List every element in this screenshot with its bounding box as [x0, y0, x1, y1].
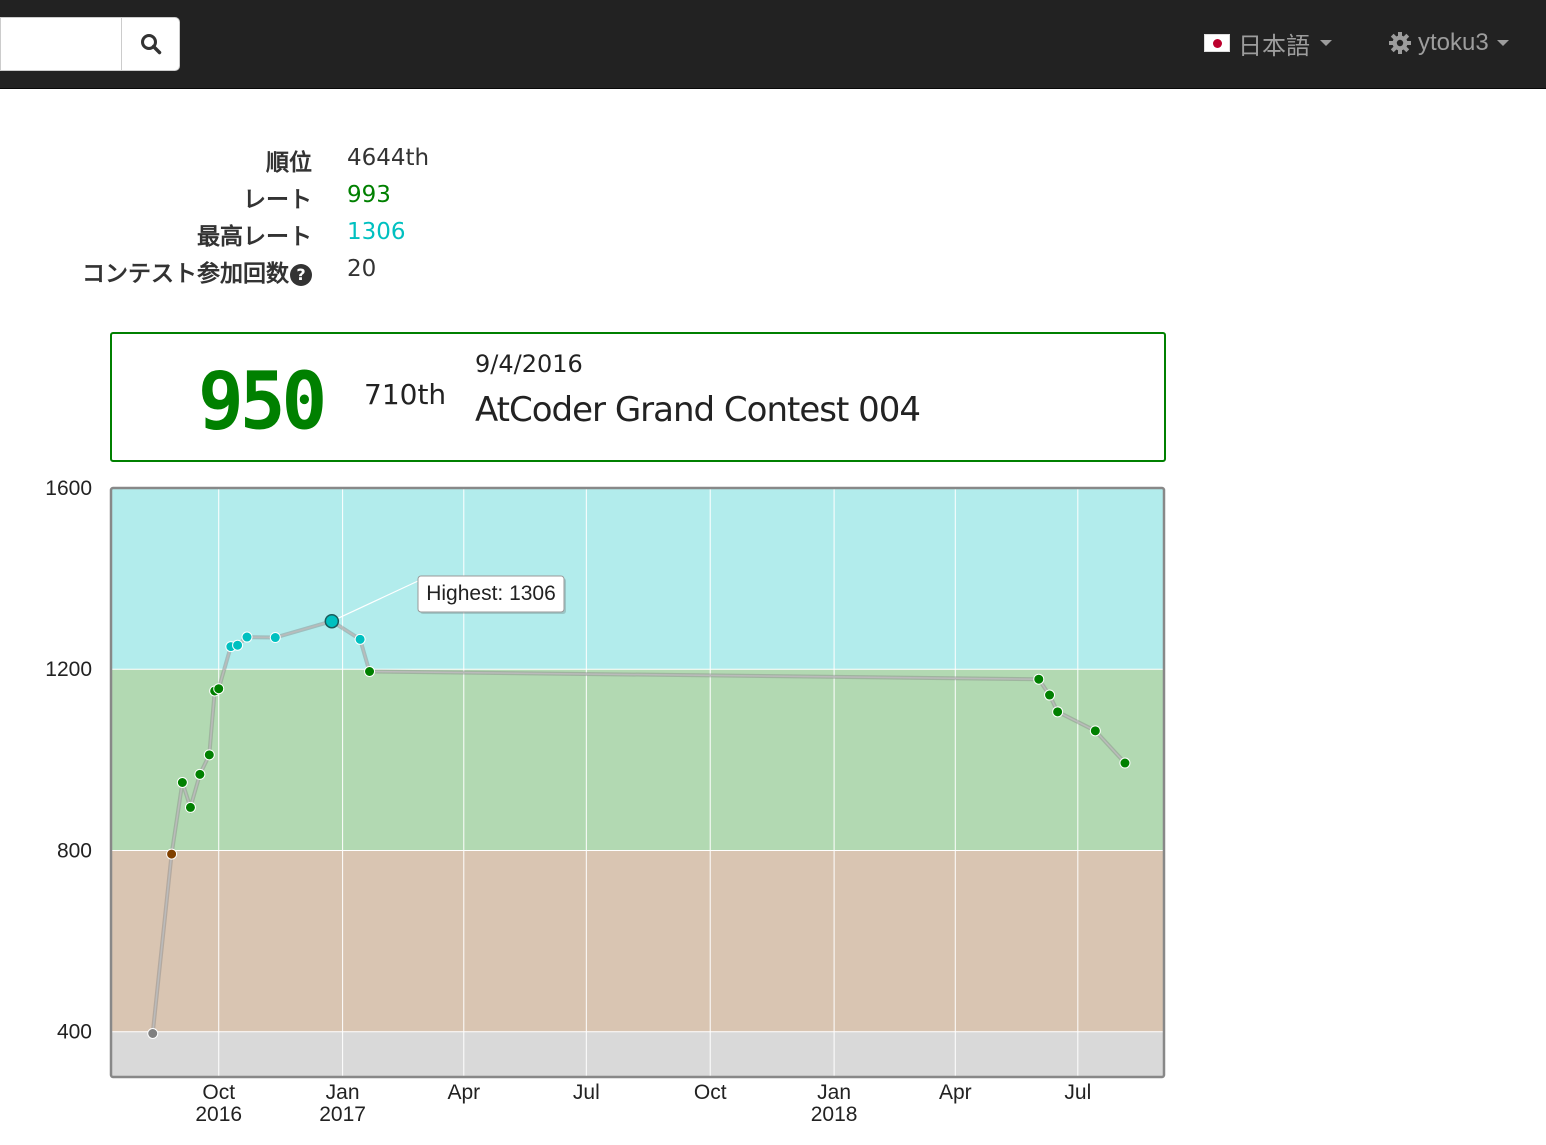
search-input[interactable]: [0, 17, 121, 71]
highest-rating-label: 最高レート: [197, 224, 312, 250]
x-tick-label: Apr: [447, 1081, 480, 1104]
panel-rating: 950: [198, 353, 327, 448]
x-tick-label: Jan: [326, 1081, 360, 1104]
x-tick-year-label: 2017: [319, 1103, 366, 1126]
stat-row-highest: 最高レート 1306: [0, 217, 700, 254]
rating-chart: 1600 1200 800 400 Oct 2016 Jan 2017 Apr Jul Oct Jan…: [0, 470, 1200, 1140]
search-icon: [140, 34, 161, 55]
contest-count-label: コンテスト参加回数: [82, 261, 289, 287]
x-tick-label: Oct: [202, 1081, 235, 1104]
rank-value: 4644th: [347, 145, 430, 171]
contest-count-value: 20: [347, 256, 377, 282]
data-point: [364, 665, 376, 677]
data-point: [147, 1028, 159, 1040]
data-point: [194, 768, 206, 780]
stat-row-rating: レート 993: [0, 180, 700, 217]
data-point: [241, 631, 253, 643]
x-tick-label: Jul: [573, 1081, 600, 1104]
rating-chart-svg: 16001200800400Oct2016Jan2017Apr Jul Oct Jan…: [45, 477, 1166, 1126]
user-label: ytoku3: [1418, 29, 1489, 56]
contest-info-panel: 950 710th 9/4/2016 AtCoder Grand Contest…: [110, 332, 1166, 462]
data-point: [1119, 757, 1131, 769]
panel-date: 9/4/2016: [475, 350, 583, 378]
panel-contest-name[interactable]: AtCoder Grand Contest 004: [475, 390, 921, 430]
language-label: 日本語: [1238, 32, 1310, 60]
rating-band-2: [111, 669, 1164, 851]
data-point: [1089, 725, 1101, 737]
chevron-down-icon: [1320, 40, 1332, 46]
rating-band-3: [111, 488, 1164, 670]
x-tick-label: Apr: [939, 1081, 972, 1104]
y-tick-label: 800: [57, 839, 92, 862]
flag-jp-icon: [1204, 34, 1230, 52]
x-tick-label: Oct: [694, 1081, 727, 1104]
highest-rating-value: 1306: [347, 219, 406, 245]
data-point: [269, 632, 281, 644]
language-dropdown[interactable]: 日本語: [1204, 28, 1332, 60]
data-point: [1052, 706, 1064, 718]
data-point: [1044, 689, 1056, 701]
contest-count-label-wrap: コンテスト参加回数?: [82, 254, 312, 288]
data-point: [184, 801, 196, 813]
rating-value: 993: [347, 182, 391, 208]
top-navbar: 日本語 ytoku3: [0, 0, 1546, 89]
data-point: [213, 683, 225, 695]
x-tick-label: Jan: [817, 1081, 851, 1104]
panel-rank: 710th: [364, 378, 447, 411]
rank-label: 順位: [266, 150, 312, 176]
y-tick-label: 1200: [45, 658, 92, 681]
search-box: [0, 17, 180, 71]
gear-icon: [1389, 32, 1411, 54]
x-tick-year-label: 2018: [811, 1103, 858, 1126]
stat-row-count: コンテスト参加回数? 20: [0, 254, 700, 291]
y-tick-label: 400: [57, 1021, 92, 1044]
question-icon[interactable]: ?: [290, 264, 312, 286]
rating-band-0: [111, 1031, 1164, 1077]
plot-area: [111, 488, 1164, 1077]
y-tick-label: 1600: [45, 477, 92, 500]
data-point: [324, 613, 340, 629]
stat-row-rank: 順位 4644th: [0, 143, 700, 180]
data-point: [232, 639, 244, 651]
data-point: [1033, 673, 1045, 685]
data-point: [176, 777, 188, 788]
data-point: [203, 749, 215, 761]
highest-annotation: Highest: 1306: [417, 575, 566, 614]
rating-label: レート: [243, 187, 312, 213]
x-tick-label: Jul: [1064, 1081, 1091, 1104]
search-button[interactable]: [121, 17, 180, 71]
rating-band-1: [111, 850, 1164, 1032]
user-stats-table: 順位 4644th レート 993 最高レート 1306 コンテスト参加回数? …: [0, 143, 700, 291]
data-point: [166, 848, 178, 860]
annotation-text: Highest: 1306: [426, 582, 556, 605]
chevron-down-icon: [1496, 40, 1509, 46]
data-point: [354, 633, 366, 645]
user-dropdown[interactable]: ytoku3: [1388, 28, 1509, 58]
x-tick-year-label: 2016: [195, 1103, 242, 1126]
